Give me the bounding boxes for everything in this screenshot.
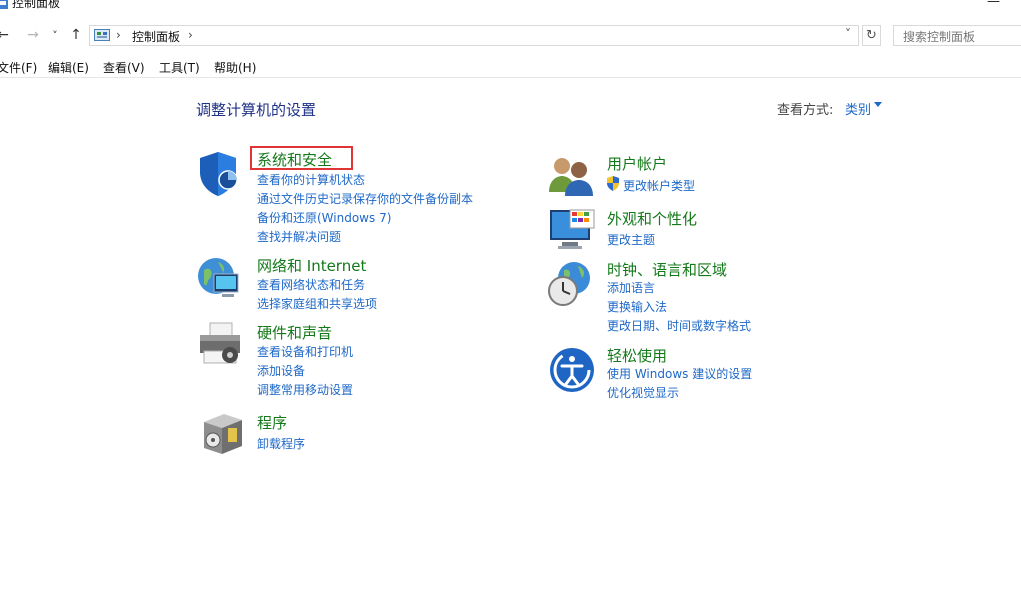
breadcrumb-control-panel[interactable]: 控制面板: [132, 28, 180, 45]
category-user-accounts[interactable]: 用户帐户: [607, 153, 667, 174]
link-change-theme[interactable]: 更改主题: [607, 231, 655, 248]
menu-divider: [0, 77, 1021, 78]
menu-help[interactable]: 帮助(H): [214, 59, 256, 76]
menu-bar: 文件(F) 编辑(E) 查看(V) 工具(T) 帮助(H): [0, 56, 1021, 76]
link-change-date-time-format[interactable]: 更改日期、时间或数字格式: [607, 317, 751, 334]
monitor-palette-icon[interactable]: [548, 206, 596, 254]
link-add-language[interactable]: 添加语言: [607, 279, 655, 296]
address-dropdown-button[interactable]: ˅: [845, 27, 851, 41]
link-devices-printers[interactable]: 查看设备和打印机: [257, 343, 353, 360]
back-button[interactable]: ←: [0, 25, 9, 45]
category-clock-language-region[interactable]: 时钟、语言和区域: [607, 259, 727, 280]
category-programs[interactable]: 程序: [257, 412, 287, 433]
link-network-status[interactable]: 查看网络状态和任务: [257, 276, 365, 293]
uac-shield-icon: [607, 176, 619, 191]
breadcrumb-separator[interactable]: ›: [188, 28, 193, 42]
link-file-history[interactable]: 通过文件历史记录保存你的文件备份副本: [257, 190, 473, 207]
menu-file[interactable]: 文件(F): [0, 59, 37, 76]
view-by-label: 查看方式:: [777, 103, 834, 118]
link-uninstall-program[interactable]: 卸载程序: [257, 435, 305, 452]
category-network-internet[interactable]: 网络和 Internet: [257, 255, 366, 276]
shield-icon[interactable]: [196, 150, 244, 198]
link-add-device[interactable]: 添加设备: [257, 362, 305, 379]
breadcrumb-separator: ›: [116, 28, 121, 42]
view-by-dropdown[interactable]: 类别: [845, 99, 871, 118]
menu-edit[interactable]: 编辑(E): [48, 59, 89, 76]
refresh-button[interactable]: ↻: [862, 25, 881, 46]
link-recommended-settings[interactable]: 使用 Windows 建议的设置: [607, 365, 752, 382]
category-ease-of-access[interactable]: 轻松使用: [607, 345, 667, 366]
link-change-input-method[interactable]: 更换输入法: [607, 298, 667, 315]
category-appearance-personalization[interactable]: 外观和个性化: [607, 208, 697, 229]
link-change-account-type[interactable]: 更改帐户类型: [623, 177, 695, 194]
link-homegroup[interactable]: 选择家庭组和共享选项: [257, 295, 377, 312]
link-backup-restore[interactable]: 备份和还原(Windows 7): [257, 209, 391, 226]
page-title: 调整计算机的设置: [196, 101, 317, 119]
search-placeholder: 搜索控制面板: [903, 30, 976, 44]
programs-box-icon[interactable]: [198, 410, 246, 458]
users-icon[interactable]: [547, 152, 595, 200]
printer-icon[interactable]: [196, 321, 244, 369]
menu-view[interactable]: 查看(V): [103, 59, 145, 76]
view-by-caret-icon[interactable]: [874, 102, 882, 107]
window-title: 控制面板: [12, 0, 61, 10]
network-globe-icon[interactable]: [196, 254, 244, 302]
clock-globe-icon[interactable]: [546, 260, 594, 308]
ease-of-access-icon[interactable]: [548, 346, 596, 394]
up-button[interactable]: ↑: [68, 25, 84, 45]
search-input[interactable]: 搜索控制面板: [893, 25, 1021, 46]
link-view-computer-status[interactable]: 查看你的计算机状态: [257, 171, 365, 188]
menu-tools[interactable]: 工具(T): [159, 59, 200, 76]
link-optimize-visual-display[interactable]: 优化视觉显示: [607, 384, 679, 401]
recent-locations-button[interactable]: ˅: [49, 26, 61, 46]
control-panel-small-icon: [94, 29, 110, 41]
address-bar[interactable]: › 控制面板 › ˅: [89, 25, 859, 46]
minimize-button[interactable]: —: [987, 0, 1000, 9]
category-system-security[interactable]: 系统和安全: [257, 149, 332, 170]
category-hardware-sound[interactable]: 硬件和声音: [257, 322, 332, 343]
link-troubleshoot[interactable]: 查找并解决问题: [257, 228, 341, 245]
forward-button[interactable]: →: [25, 25, 41, 45]
title-bar: 控制面板 —: [0, 0, 1021, 14]
link-mobility-settings[interactable]: 调整常用移动设置: [257, 381, 353, 398]
control-panel-icon: [0, 0, 8, 9]
